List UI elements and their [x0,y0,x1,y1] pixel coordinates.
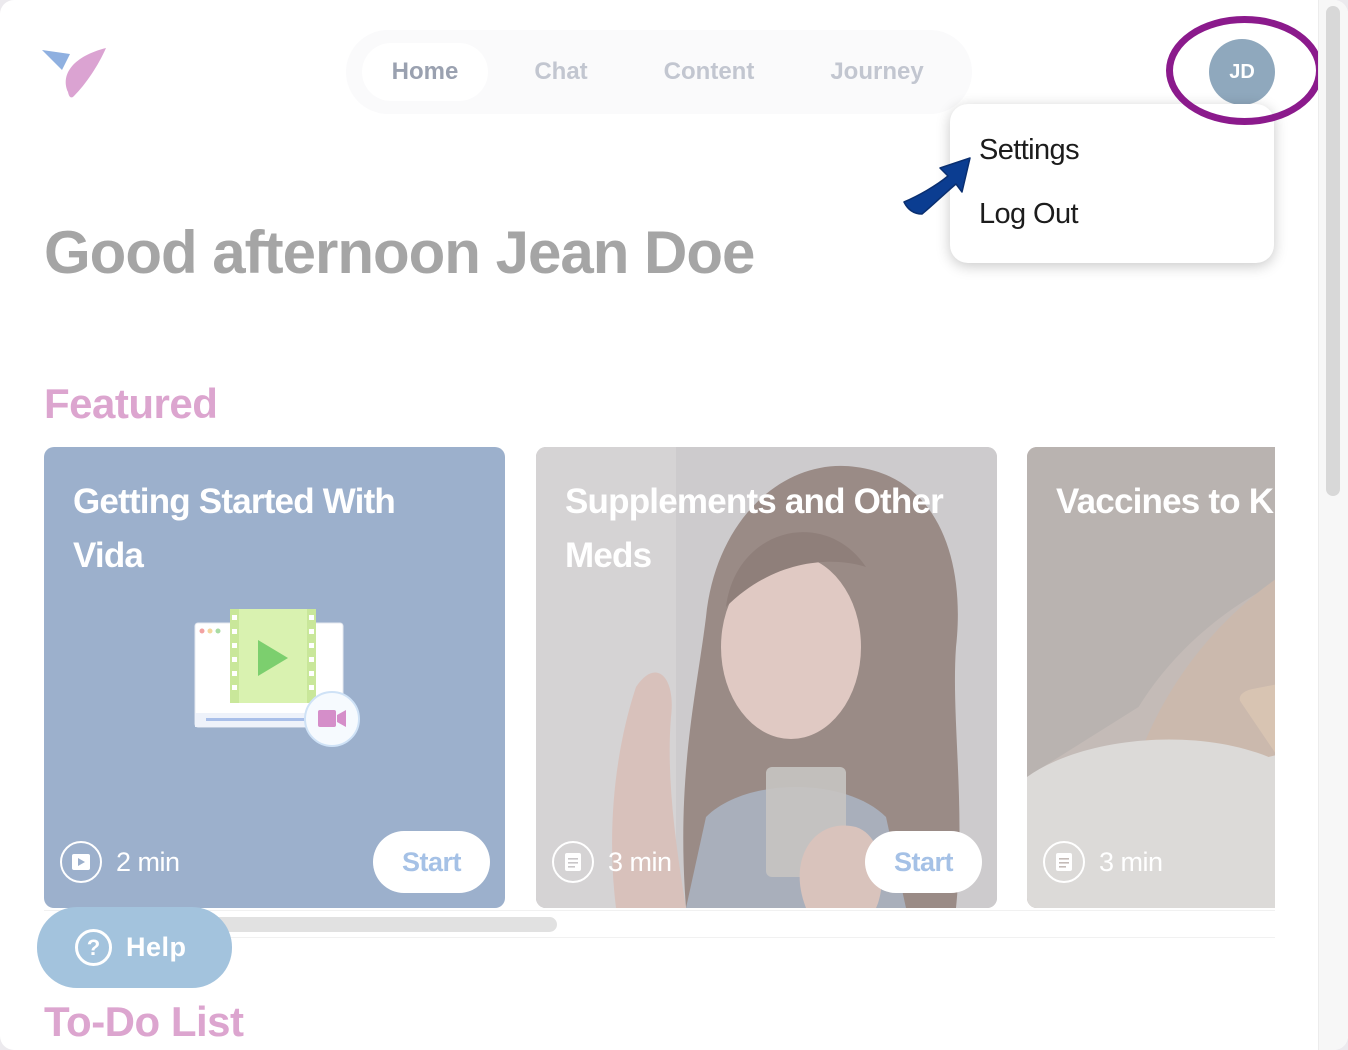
help-label: Help [126,932,187,962]
play-icon [60,841,102,883]
carousel-scroll-thumb[interactable] [194,917,557,932]
document-icon [552,841,594,883]
card-duration: 2 min [116,846,180,877]
logout-menu-item[interactable]: Log Out [979,198,1079,231]
top-nav: Home Chat Content Journey [346,30,972,114]
featured-card[interactable]: Supplements and Other Meds 3 min Start [536,447,997,908]
featured-card[interactable]: Vaccines to K 3 min [1027,447,1275,908]
user-menu-dropdown: Settings Log Out [950,104,1274,263]
card-meta: 3 min [1043,841,1163,883]
question-icon: ? [75,929,112,966]
tab-chat[interactable]: Chat [488,43,634,101]
featured-heading: Featured [44,380,218,427]
start-button[interactable]: Start [373,831,490,893]
page-scroll-thumb[interactable] [1326,6,1340,496]
pointer-arrow-icon [903,157,971,215]
help-button[interactable]: ? Help [37,907,232,988]
document-icon [1043,841,1085,883]
tab-content[interactable]: Content [634,43,784,101]
card-duration: 3 min [608,846,672,877]
featured-carousel: Getting Started With Vida 2 min Start Su… [44,447,1275,908]
home-page: Home Chat Content Journey Good afternoon… [0,0,1323,1050]
greeting-heading: Good afternoon Jean Doe [44,219,755,286]
featured-card[interactable]: Getting Started With Vida 2 min Start [44,447,505,908]
card-meta: 3 min [552,841,672,883]
todo-heading: To-Do List [44,998,244,1045]
start-button[interactable]: Start [865,831,982,893]
settings-menu-item[interactable]: Settings [979,134,1080,167]
tab-home[interactable]: Home [362,43,488,101]
card-title: Vaccines to K [1056,482,1274,521]
card-meta: 2 min [60,841,180,883]
video-illustration-icon [194,609,360,747]
app-window: Home Chat Content Journey Good afternoon… [0,0,1348,1050]
page-scrollbar[interactable] [1318,0,1348,1050]
card-duration: 3 min [1099,846,1163,877]
tab-journey[interactable]: Journey [784,43,970,101]
vida-logo[interactable] [40,44,110,100]
avatar-highlight-ring [1166,16,1323,125]
card-title: Getting Started With Vida [73,482,396,575]
card-title: Supplements and Other Meds [565,482,944,575]
